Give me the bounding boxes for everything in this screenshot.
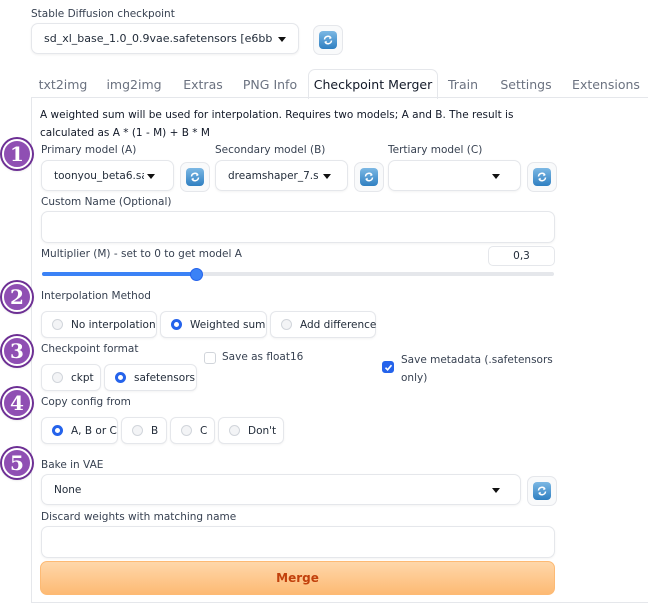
- custom-name-input[interactable]: [41, 211, 555, 243]
- bake-vae-label: Bake in VAE: [41, 459, 104, 471]
- custom-name-label: Custom Name (Optional): [41, 196, 172, 208]
- radio-safetensors[interactable]: safetensors: [104, 364, 197, 391]
- tab-extensions[interactable]: Extensions: [572, 70, 640, 98]
- step-badge-3: 3: [2, 336, 32, 366]
- radio-copy-c[interactable]: C: [170, 417, 215, 444]
- refresh-icon: [186, 168, 204, 186]
- copy-config-label: Copy config from: [41, 396, 131, 408]
- radio-label: safetensors: [134, 371, 195, 384]
- refresh-icon: [533, 482, 551, 500]
- checkpoint-dropdown[interactable]: sd_xl_base_1.0_0.9vae.safetensors [e6bb9…: [31, 23, 299, 54]
- tab-checkpoint-merger[interactable]: Checkpoint Merger: [308, 69, 438, 99]
- refresh-icon: [319, 31, 337, 49]
- secondary-model-refresh-button[interactable]: [354, 162, 384, 192]
- save-metadata-label: Save metadata (.safetensors only): [401, 351, 553, 387]
- radio-copy-abc[interactable]: A, B or C: [41, 417, 118, 444]
- radio-copy-dont[interactable]: Don't: [218, 417, 284, 444]
- radio-circle: [52, 372, 63, 383]
- radio-label: ckpt: [71, 371, 94, 384]
- radio-label: Add difference: [300, 318, 377, 331]
- primary-model-dropdown[interactable]: toonyou_beta6.saf: [41, 160, 174, 191]
- tab-png-info[interactable]: PNG Info: [240, 70, 300, 98]
- bake-vae-value: None: [54, 483, 82, 496]
- checkpoint-refresh-button[interactable]: [313, 25, 343, 55]
- chevron-down-icon: [278, 37, 286, 42]
- primary-model-label: Primary model (A): [41, 144, 137, 156]
- checkpoint-value: sd_xl_base_1.0_0.9vae.safetensors [e6bb9…: [44, 32, 272, 45]
- bake-vae-refresh-button[interactable]: [527, 476, 557, 506]
- radio-circle: [281, 319, 292, 330]
- radio-add-difference[interactable]: Add difference: [270, 311, 376, 338]
- merge-button[interactable]: Merge: [40, 561, 555, 595]
- radio-circle: [229, 425, 240, 436]
- radio-circle-selected: [171, 319, 182, 330]
- merger-description: A weighted sum will be used for interpol…: [40, 109, 514, 139]
- tertiary-model-dropdown[interactable]: [388, 160, 521, 191]
- step-badge-4: 4: [2, 388, 32, 418]
- radio-label: Weighted sum: [190, 318, 266, 331]
- discard-weights-input[interactable]: [41, 526, 555, 558]
- tab-extras[interactable]: Extras: [180, 70, 226, 98]
- radio-circle-selected: [52, 425, 63, 436]
- radio-label: No interpolation: [71, 318, 156, 331]
- tab-train[interactable]: Train: [446, 70, 480, 98]
- secondary-model-value: dreamshaper_7.sa: [228, 169, 318, 182]
- tab-txt2img[interactable]: txt2img: [37, 70, 89, 98]
- radio-circle: [181, 425, 192, 436]
- step-badge-5: 5: [2, 448, 32, 478]
- primary-model-value: toonyou_beta6.saf: [54, 169, 144, 182]
- radio-no-interpolation[interactable]: No interpolation: [41, 311, 157, 338]
- primary-model-refresh-button[interactable]: [180, 162, 210, 192]
- check-icon: [384, 364, 392, 371]
- chevron-down-icon: [147, 174, 155, 179]
- secondary-model-label: Secondary model (B): [215, 144, 326, 156]
- radio-label: C: [200, 424, 208, 437]
- step-badge-1: 1: [2, 139, 32, 169]
- chevron-down-icon: [323, 174, 331, 179]
- checkpoint-format-label: Checkpoint format: [41, 343, 139, 355]
- refresh-icon: [533, 168, 551, 186]
- bake-vae-dropdown[interactable]: None: [41, 474, 521, 505]
- tertiary-model-label: Tertiary model (C): [388, 144, 483, 156]
- save-metadata-label-line1: Save metadata (.safetensors: [401, 354, 553, 366]
- chevron-down-icon: [492, 174, 500, 179]
- radio-weighted-sum[interactable]: Weighted sum: [160, 311, 267, 338]
- radio-circle-selected: [115, 372, 126, 383]
- radio-label: A, B or C: [71, 424, 117, 437]
- save-metadata-checkbox[interactable]: [382, 361, 394, 373]
- step-badge-2: 2: [2, 282, 32, 312]
- radio-copy-b[interactable]: B: [121, 417, 167, 444]
- multiplier-slider-handle[interactable]: [190, 268, 203, 281]
- save-metadata-label-line2: only): [401, 372, 428, 384]
- save-float16-checkbox[interactable]: [204, 352, 216, 364]
- discard-weights-label: Discard weights with matching name: [41, 511, 237, 523]
- chevron-down-icon: [492, 488, 500, 493]
- tab-img2img[interactable]: img2img: [104, 70, 164, 98]
- tertiary-model-refresh-button[interactable]: [527, 162, 557, 192]
- multiplier-label: Multiplier (M) - set to 0 to get model A: [41, 248, 242, 260]
- radio-ckpt[interactable]: ckpt: [41, 364, 101, 391]
- radio-label: B: [151, 424, 159, 437]
- multiplier-slider-fill: [42, 272, 196, 276]
- secondary-model-dropdown[interactable]: dreamshaper_7.sa: [215, 160, 348, 191]
- radio-circle: [52, 319, 63, 330]
- refresh-icon: [360, 168, 378, 186]
- checkpoint-label: Stable Diffusion checkpoint: [31, 8, 175, 20]
- multiplier-number-input[interactable]: 0,3: [488, 246, 555, 266]
- save-float16-label: Save as float16: [222, 351, 304, 363]
- radio-label: Don't: [248, 424, 277, 437]
- tab-settings[interactable]: Settings: [500, 70, 552, 98]
- interpolation-label: Interpolation Method: [41, 290, 151, 302]
- radio-circle: [132, 425, 143, 436]
